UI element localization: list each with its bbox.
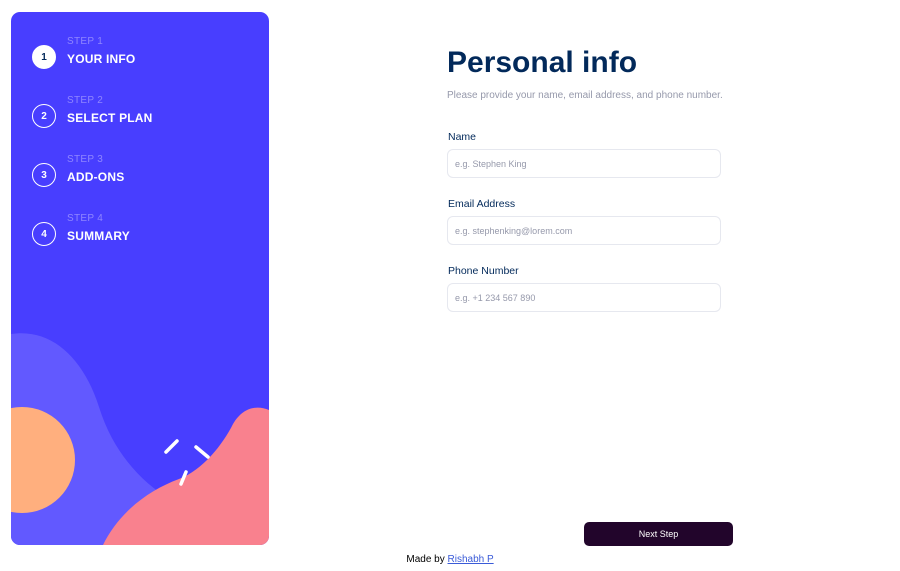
sidebar-decoration [11,333,269,545]
step-number-badge: 3 [32,163,56,187]
sidebar: 1 STEP 1 YOUR INFO 2 STEP 2 SELECT PLAN … [11,12,269,545]
step-number-badge: 4 [32,222,56,246]
step-your-info: 1 STEP 1 YOUR INFO [32,36,252,76]
step-number-badge: 1 [32,45,56,69]
step-kicker: STEP 2 [67,95,104,106]
author-link[interactable]: Rishabh P [448,554,494,565]
phone-input[interactable] [447,283,721,312]
step-title: YOUR INFO [67,52,136,66]
step-kicker: STEP 1 [67,36,104,47]
step-kicker: STEP 3 [67,154,104,165]
step-summary: 4 STEP 4 SUMMARY [32,213,252,253]
step-add-ons: 3 STEP 3 ADD-ONS [32,154,252,194]
page-subtitle: Please provide your name, email address,… [447,90,723,101]
step-title: SELECT PLAN [67,111,153,125]
page-title: Personal info [447,46,638,79]
phone-label: Phone Number [448,265,519,277]
footer-prefix: Made by [406,554,445,565]
next-step-button[interactable]: Next Step [584,522,733,546]
name-input[interactable] [447,149,721,178]
step-select-plan: 2 STEP 2 SELECT PLAN [32,95,252,135]
name-label: Name [448,131,477,143]
step-kicker: STEP 4 [67,213,104,224]
step-title: SUMMARY [67,229,130,243]
email-input[interactable] [447,216,721,245]
footer: Made by Rishabh P [0,554,900,565]
step-number-badge: 2 [32,104,56,128]
step-title: ADD-ONS [67,170,125,184]
email-label: Email Address [448,198,516,210]
